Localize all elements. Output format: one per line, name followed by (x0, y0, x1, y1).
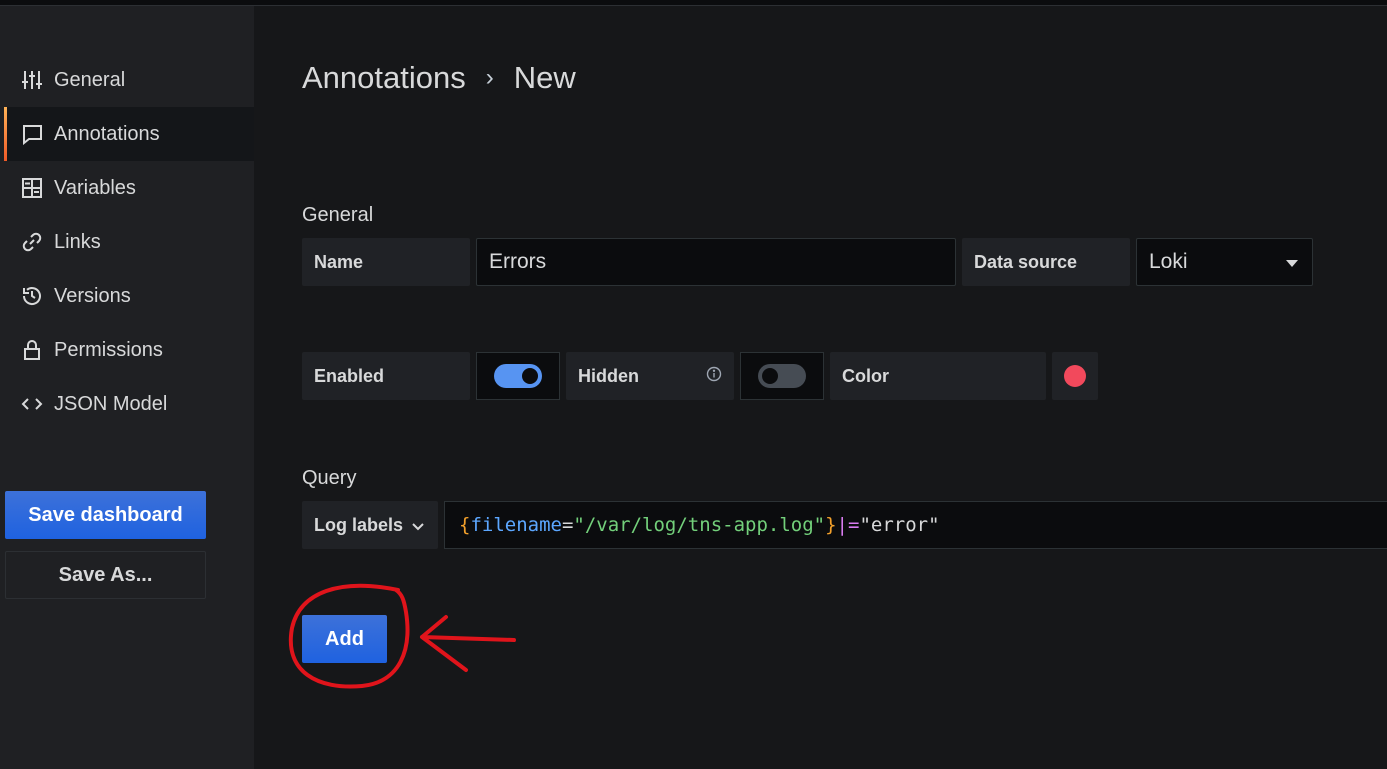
hidden-toggle[interactable] (758, 364, 806, 388)
hidden-label-text: Hidden (578, 365, 639, 386)
query-token-filter-string: "error" (859, 514, 940, 536)
sidebar-item-label: JSON Model (54, 392, 168, 415)
query-token-pipe-operator: |= (836, 514, 860, 536)
query-token-equals: = (561, 514, 574, 536)
breadcrumb-separator: › (485, 64, 494, 91)
settings-sidebar: General Annotations Variables Links Vers… (0, 6, 254, 769)
query-input[interactable]: {filename = "/var/log/tns-app.log"} |= "er… (444, 501, 1387, 549)
link-icon (20, 230, 44, 254)
query-section-title: Query (302, 467, 357, 489)
sidebar-item-label: Variables (54, 176, 136, 199)
sidebar-item-versions[interactable]: Versions (4, 269, 254, 323)
sliders-icon (20, 68, 44, 92)
sidebar-item-links[interactable]: Links (4, 215, 254, 269)
name-input[interactable]: Errors (476, 238, 956, 286)
calculator-icon (20, 176, 44, 200)
lock-icon (20, 338, 44, 362)
name-label: Name (302, 238, 470, 286)
log-labels-button[interactable]: Log labels (302, 501, 438, 549)
breadcrumb-parent[interactable]: Annotations (302, 60, 466, 96)
sidebar-item-json-model[interactable]: JSON Model (4, 377, 254, 431)
color-label: Color (830, 352, 1046, 400)
toggle-knob (522, 368, 538, 384)
pointer-arrow (420, 615, 516, 672)
info-icon[interactable] (706, 366, 722, 387)
sidebar-item-general[interactable]: General (4, 53, 254, 107)
sidebar-item-label: Versions (54, 284, 131, 307)
query-token-label-key: filename (470, 514, 562, 536)
log-labels-label: Log labels (314, 514, 404, 535)
enabled-toggle[interactable] (494, 364, 542, 388)
sidebar-item-label: Permissions (54, 338, 163, 361)
datasource-select[interactable]: Loki (1136, 238, 1313, 286)
toggle-knob (762, 368, 778, 384)
caret-down-icon (1286, 250, 1298, 274)
save-dashboard-button[interactable]: Save dashboard (5, 491, 206, 539)
general-section-title: General (302, 204, 374, 226)
enabled-switch-box (476, 352, 560, 400)
sidebar-item-label: Links (54, 230, 101, 253)
code-icon (20, 392, 44, 416)
sidebar-item-label: Annotations (54, 122, 160, 145)
history-icon (20, 284, 44, 308)
breadcrumb: Annotations › New (302, 60, 576, 96)
enabled-label: Enabled (302, 352, 470, 400)
query-token-label-value: "/var/log/tns-app.log" (573, 514, 826, 536)
chevron-down-icon (412, 515, 424, 536)
sidebar-item-variables[interactable]: Variables (4, 161, 254, 215)
sidebar-item-permissions[interactable]: Permissions (4, 323, 254, 377)
query-token-close-brace: } (825, 514, 837, 536)
color-picker-box (1052, 352, 1098, 400)
hidden-switch-box (740, 352, 824, 400)
color-swatch[interactable] (1064, 365, 1086, 387)
comment-icon (20, 122, 44, 146)
add-button[interactable]: Add (302, 615, 387, 663)
sidebar-item-label: General (54, 68, 126, 91)
save-as-button[interactable]: Save As... (5, 551, 206, 599)
datasource-value: Loki (1149, 250, 1188, 273)
sidebar-item-annotations[interactable]: Annotations (4, 107, 254, 161)
breadcrumb-current: New (513, 60, 576, 95)
hidden-label: Hidden (566, 352, 734, 400)
datasource-label: Data source (962, 238, 1130, 286)
query-token-open-brace: { (459, 514, 471, 536)
